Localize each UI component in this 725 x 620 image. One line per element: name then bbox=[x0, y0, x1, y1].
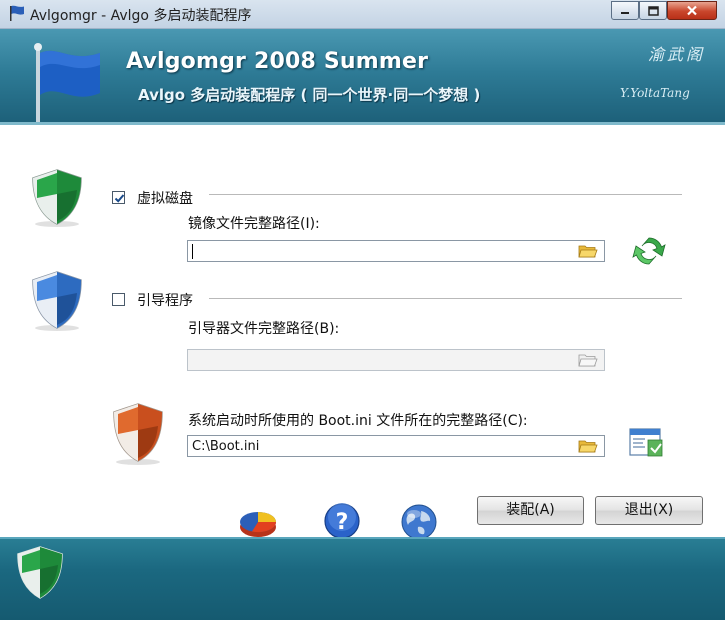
close-button[interactable] bbox=[667, 1, 717, 20]
orange-shield-icon bbox=[113, 403, 163, 465]
boot-loader-checkbox[interactable] bbox=[112, 293, 125, 306]
checkmark-icon bbox=[114, 194, 125, 203]
help-icon[interactable]: ? bbox=[323, 502, 361, 540]
image-path-input[interactable] bbox=[187, 240, 605, 262]
title-bar[interactable]: Avlgomgr - Avlgo 多启动装配程序 bbox=[0, 0, 725, 29]
green-shield-icon bbox=[17, 546, 63, 599]
virtual-disk-checkbox[interactable] bbox=[112, 191, 125, 204]
maximize-button[interactable] bbox=[639, 1, 667, 20]
blue-shield-icon bbox=[32, 271, 82, 331]
close-icon bbox=[687, 5, 697, 16]
minimize-icon bbox=[621, 11, 629, 14]
boot-ini-path-label: 系统启动时所使用的 Boot.ini 文件所在的完整路径(C): bbox=[188, 413, 528, 429]
globe-icon[interactable] bbox=[400, 503, 438, 541]
maximize-icon bbox=[647, 5, 659, 16]
text-caret bbox=[192, 244, 193, 259]
loader-path-label: 引导器文件完整路径(B): bbox=[188, 321, 340, 337]
assemble-button[interactable]: 装配(A) bbox=[477, 496, 584, 525]
signature-english: Y.YoltaTang bbox=[620, 86, 690, 100]
boot-loader-label[interactable]: 引导程序 bbox=[137, 290, 193, 310]
folder-open-icon[interactable] bbox=[578, 243, 598, 259]
boot-ini-path-value: C:\Boot.ini bbox=[192, 439, 260, 454]
loader-path-input[interactable] bbox=[187, 349, 605, 371]
folder-open-icon[interactable] bbox=[578, 352, 598, 368]
virtual-disk-label[interactable]: 虚拟磁盘 bbox=[137, 188, 193, 208]
green-shield-icon bbox=[32, 169, 82, 227]
app-window: Avlgomgr - Avlgo 多启动装配程序 Avlgomgr 2008 S… bbox=[0, 0, 725, 620]
window-title: Avlgomgr - Avlgo 多启动装配程序 bbox=[30, 8, 252, 24]
exit-button[interactable]: 退出(X) bbox=[595, 496, 703, 525]
image-path-label: 镜像文件完整路径(I): bbox=[188, 216, 320, 232]
header-banner: Avlgomgr 2008 Summer Avlgo 多启动装配程序 ( 同一个… bbox=[0, 29, 725, 125]
flag-icon bbox=[34, 43, 100, 123]
pie-chart-icon[interactable] bbox=[238, 505, 278, 541]
boot-ini-path-input[interactable]: C:\Boot.ini bbox=[187, 435, 605, 457]
banner-title: Avlgomgr 2008 Summer bbox=[126, 49, 429, 74]
footer-bar bbox=[0, 537, 725, 620]
edit-window-icon[interactable] bbox=[628, 426, 664, 460]
refresh-icon[interactable] bbox=[632, 234, 666, 268]
svg-text:?: ? bbox=[336, 510, 349, 535]
section-divider bbox=[209, 194, 682, 196]
banner-subtitle: Avlgo 多启动装配程序 ( 同一个世界·同一个梦想 ) bbox=[138, 86, 481, 104]
signature-chinese: 渝武阁 bbox=[648, 45, 706, 64]
flag-icon bbox=[8, 5, 26, 25]
section-divider bbox=[209, 298, 682, 300]
minimize-button[interactable] bbox=[611, 1, 639, 20]
folder-open-icon[interactable] bbox=[578, 438, 598, 454]
